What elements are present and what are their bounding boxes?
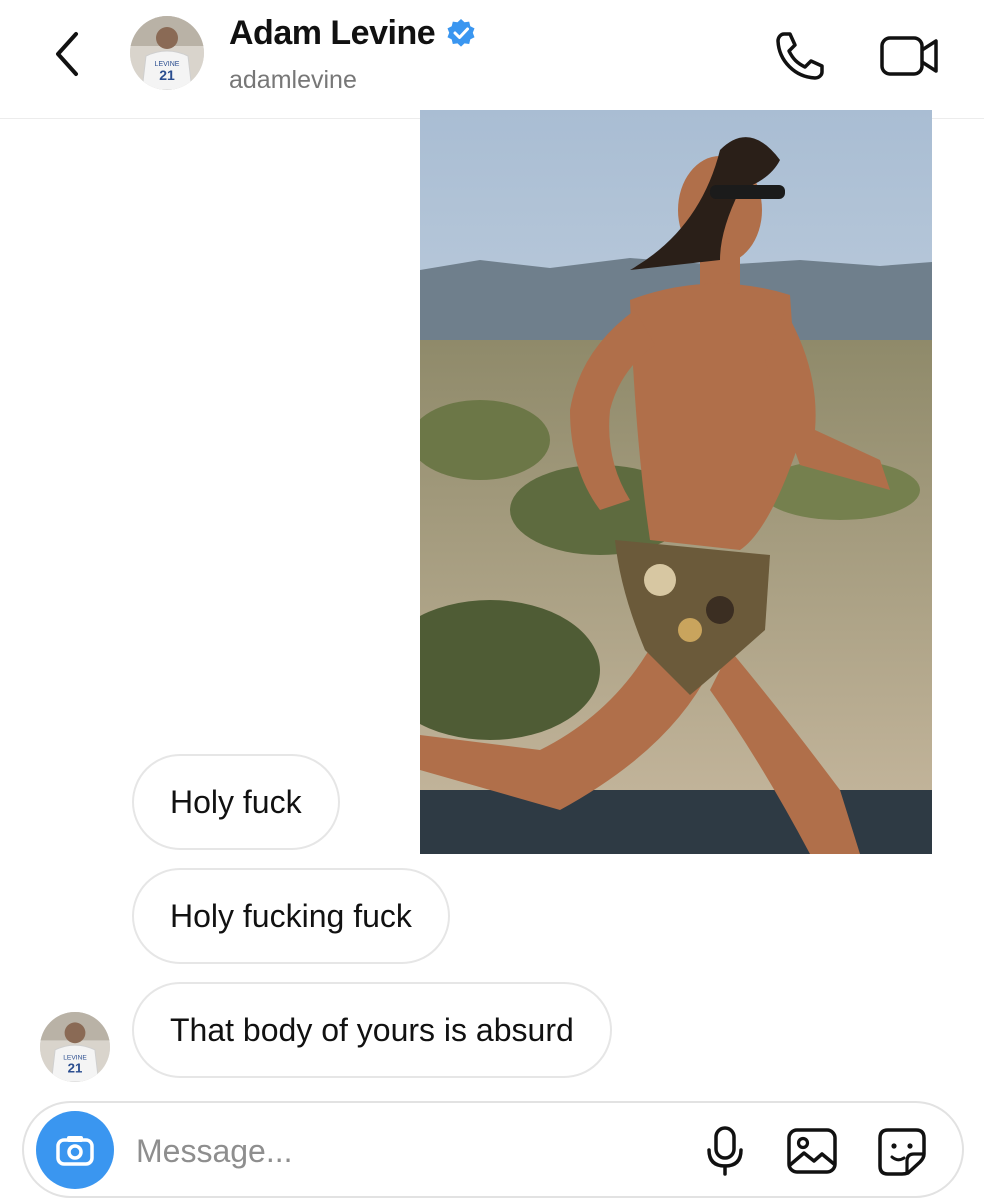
running-man-photo (420, 110, 932, 854)
message-bubble[interactable]: That body of yours is absurd (132, 982, 612, 1078)
chat-header: LEVINE 21 Adam Levine adamlevine (0, 0, 984, 119)
sticker-icon (878, 1128, 926, 1176)
message-input[interactable] (134, 1123, 668, 1179)
call-button[interactable] (772, 28, 828, 84)
message-text: Holy fucking fuck (170, 897, 412, 934)
chevron-left-icon (56, 32, 78, 76)
gallery-button[interactable] (784, 1124, 840, 1178)
contact-avatar[interactable]: LEVINE 21 (130, 16, 204, 90)
contact-title-row[interactable]: Adam Levine (229, 14, 477, 53)
svg-text:21: 21 (68, 1061, 83, 1076)
camera-button[interactable] (36, 1111, 114, 1189)
message-bubble[interactable]: Holy fuck (132, 754, 340, 850)
message-text: That body of yours is absurd (170, 1011, 574, 1048)
image-icon (787, 1128, 837, 1174)
message-composer (22, 1101, 964, 1198)
contact-name: Adam Levine (229, 14, 436, 52)
video-call-button[interactable] (878, 30, 944, 82)
microphone-icon (707, 1126, 743, 1176)
video-camera-icon (880, 36, 938, 76)
verified-badge-icon (447, 18, 475, 47)
svg-text:21: 21 (159, 67, 175, 83)
sticker-button[interactable] (874, 1124, 930, 1178)
phone-icon (776, 32, 824, 80)
message-bubble[interactable]: Holy fucking fuck (132, 868, 450, 964)
message-text: Holy fuck (170, 783, 302, 820)
shared-photo[interactable] (420, 110, 932, 854)
contact-handle: adamlevine (229, 66, 357, 94)
camera-icon (56, 1136, 94, 1166)
back-button[interactable] (46, 26, 90, 82)
voice-message-button[interactable] (700, 1124, 750, 1178)
sender-avatar[interactable]: LEVINE 21 (40, 1012, 110, 1082)
